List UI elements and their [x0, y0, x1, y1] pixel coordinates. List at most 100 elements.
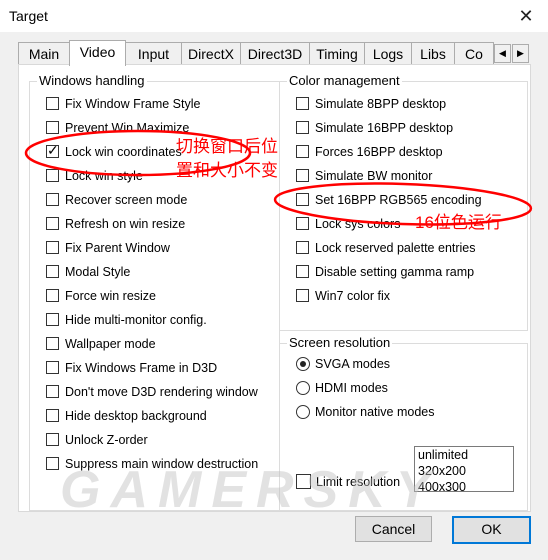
radio-dot-icon: [300, 361, 306, 367]
close-icon[interactable]: ✕: [514, 4, 538, 28]
windows-handling-option[interactable]: Fix Window Frame Style: [46, 94, 274, 114]
windows-handling-label: Hide desktop background: [65, 409, 207, 423]
checkbox[interactable]: [46, 433, 59, 446]
checkbox[interactable]: [296, 121, 309, 134]
screen-resolution-option[interactable]: Monitor native modes: [296, 402, 520, 422]
checkbox[interactable]: [46, 409, 59, 422]
checkmark-icon: ✓: [47, 142, 59, 158]
tab-main[interactable]: Main: [18, 42, 70, 65]
screen-resolution-label: HDMI modes: [315, 381, 388, 395]
screen-resolution-option[interactable]: SVGA modes: [296, 354, 520, 374]
checkbox[interactable]: [46, 457, 59, 470]
tab-scroll-left-icon[interactable]: ◀: [494, 44, 511, 63]
windows-handling-label: Lock win coordinates: [65, 145, 182, 159]
color-management-option[interactable]: Simulate 16BPP desktop: [296, 118, 520, 138]
windows-handling-label: Prevent Win Maximize: [65, 121, 190, 135]
checkbox[interactable]: [46, 337, 59, 350]
checkbox[interactable]: [46, 217, 59, 230]
windows-handling-label: Wallpaper mode: [65, 337, 156, 351]
checkbox[interactable]: [296, 97, 309, 110]
windows-handling-option[interactable]: Hide multi-monitor config.: [46, 310, 274, 330]
color-management-option[interactable]: Disable setting gamma ramp: [296, 262, 520, 282]
color-management-label: Simulate BW monitor: [315, 169, 433, 183]
checkbox[interactable]: [46, 289, 59, 302]
color-management-label: Set 16BPP RGB565 encoding: [315, 193, 482, 207]
color-management-option[interactable]: Set 16BPP RGB565 encoding: [296, 190, 520, 210]
windows-handling-label: Modal Style: [65, 265, 131, 279]
tab-directx[interactable]: DirectX: [181, 42, 241, 65]
windows-handling-title: Windows handling: [37, 73, 147, 89]
tab-direct3d[interactable]: Direct3D: [240, 42, 310, 65]
video-tab-panel: Windows handling Fix Window Frame Style P…: [18, 64, 531, 512]
checkbox[interactable]: [46, 241, 59, 254]
checkbox[interactable]: [46, 313, 59, 326]
windows-handling-label: Lock win style: [65, 169, 143, 183]
checkbox[interactable]: [296, 169, 309, 182]
windows-handling-option[interactable]: Fix Parent Window: [46, 238, 274, 258]
windows-handling-option[interactable]: Prevent Win Maximize: [46, 118, 274, 138]
color-management-option[interactable]: Forces 16BPP desktop: [296, 142, 520, 162]
color-management-label: Lock sys colors: [315, 217, 401, 231]
watermark-logo: GAMERSKY: [60, 461, 441, 519]
checkbox[interactable]: [296, 265, 309, 278]
color-management-option[interactable]: Simulate 8BPP desktop: [296, 94, 520, 114]
tab-video[interactable]: Video: [69, 40, 126, 66]
screen-resolution-option[interactable]: HDMI modes: [296, 378, 520, 398]
color-management-title: Color management: [287, 73, 402, 89]
tab-input[interactable]: Input: [125, 42, 182, 65]
windows-handling-label: Unlock Z-order: [65, 433, 148, 447]
title-bar: Target ✕: [0, 0, 548, 32]
radio-button[interactable]: [296, 381, 310, 395]
windows-handling-option[interactable]: Recover screen mode: [46, 190, 274, 210]
checkbox[interactable]: [46, 385, 59, 398]
windows-handling-label: Don't move D3D rendering window: [65, 385, 258, 399]
windows-handling-option[interactable]: Unlock Z-order: [46, 430, 274, 450]
color-management-group: Color management Simulate 8BPP desktop Si…: [279, 73, 528, 331]
checkbox[interactable]: [46, 169, 59, 182]
windows-handling-label: Force win resize: [65, 289, 156, 303]
windows-handling-option[interactable]: Force win resize: [46, 286, 274, 306]
color-management-option[interactable]: Lock reserved palette entries: [296, 238, 520, 258]
screen-resolution-label: SVGA modes: [315, 357, 391, 371]
color-management-option[interactable]: Win7 color fix: [296, 286, 520, 306]
color-management-option[interactable]: Simulate BW monitor: [296, 166, 520, 186]
windows-handling-option[interactable]: Don't move D3D rendering window: [46, 382, 274, 402]
checkbox[interactable]: [46, 121, 59, 134]
checkbox[interactable]: [46, 97, 59, 110]
checkbox[interactable]: [296, 145, 309, 158]
ok-button[interactable]: OK: [452, 516, 531, 544]
tab-libs[interactable]: Libs: [411, 42, 455, 65]
windows-handling-label: Hide multi-monitor config.: [65, 313, 207, 327]
radio-button[interactable]: [296, 405, 310, 419]
windows-handling-option[interactable]: Wallpaper mode: [46, 334, 274, 354]
windows-handling-option[interactable]: Fix Windows Frame in D3D: [46, 358, 274, 378]
tab-strip: Main Video Input DirectX Direct3D Timing…: [18, 40, 530, 66]
windows-handling-label: Fix Windows Frame in D3D: [65, 361, 218, 375]
tab-co[interactable]: Co: [454, 42, 494, 65]
radio-button[interactable]: [296, 357, 310, 371]
checkbox[interactable]: [46, 361, 59, 374]
tab-scroll-right-icon[interactable]: ▶: [512, 44, 529, 63]
color-management-label: Forces 16BPP desktop: [315, 145, 443, 159]
windows-handling-option[interactable]: Refresh on win resize: [46, 214, 274, 234]
windows-handling-option[interactable]: Hide desktop background: [46, 406, 274, 426]
tab-logs[interactable]: Logs: [364, 42, 412, 65]
window-title: Target: [9, 8, 48, 24]
screen-resolution-title: Screen resolution: [287, 335, 393, 351]
tab-timing[interactable]: Timing: [309, 42, 365, 65]
checkbox[interactable]: ✓: [46, 142, 59, 158]
annotation-color-note: 16位色运行: [415, 213, 502, 232]
windows-handling-label: Fix Parent Window: [65, 241, 170, 255]
screen-resolution-label: Monitor native modes: [315, 405, 435, 419]
windows-handling-label: Recover screen mode: [65, 193, 188, 207]
checkbox[interactable]: [296, 289, 309, 302]
checkbox[interactable]: [296, 193, 309, 206]
annotation-lock-line1: 切换窗口后位: [176, 137, 278, 156]
windows-handling-label: Fix Window Frame Style: [65, 97, 201, 111]
checkbox[interactable]: [296, 217, 309, 230]
checkbox[interactable]: [296, 241, 309, 254]
color-management-label: Simulate 16BPP desktop: [315, 121, 454, 135]
checkbox[interactable]: [46, 265, 59, 278]
windows-handling-option[interactable]: Modal Style: [46, 262, 274, 282]
checkbox[interactable]: [46, 193, 59, 206]
